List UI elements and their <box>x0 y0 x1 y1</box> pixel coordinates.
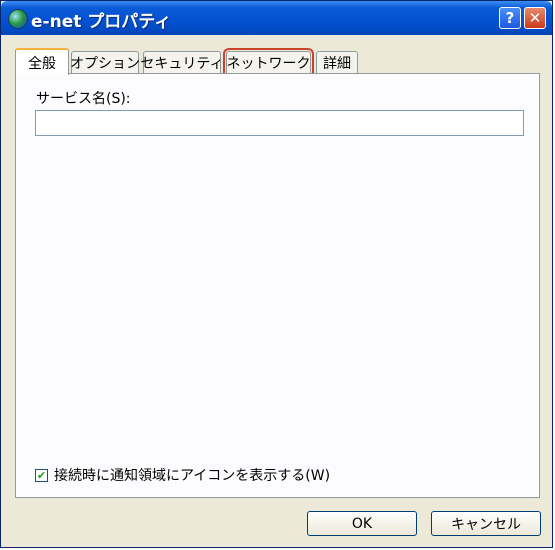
network-globe-icon <box>8 9 28 29</box>
window-title: e-net プロパティ <box>31 12 172 32</box>
ok-button[interactable]: OK <box>307 511 417 536</box>
cancel-button[interactable]: キャンセル <box>431 511 541 536</box>
service-name-input[interactable] <box>35 110 524 136</box>
close-button[interactable]: ✕ <box>524 7 546 29</box>
help-button[interactable]: ? <box>499 7 521 29</box>
tab-general[interactable]: 全般 <box>15 48 69 75</box>
tab-network[interactable]: ネットワーク <box>223 48 314 76</box>
notify-icon-checkbox[interactable]: ✔ <box>35 468 48 482</box>
notify-icon-option[interactable]: ✔ 接続時に通知領域にアイコンを表示する(W) <box>35 465 330 485</box>
notify-icon-label[interactable]: 接続時に通知領域にアイコンを表示する(W) <box>54 465 330 485</box>
service-name-label: サービス名(S): <box>36 91 131 107</box>
tab-details[interactable]: 詳細 <box>316 51 358 73</box>
title-bar[interactable]: e-net プロパティ ? ✕ <box>1 1 552 35</box>
properties-window: e-net プロパティ ? ✕ 全般 オプション セキュリティ ネットワーク 詳… <box>0 0 553 548</box>
general-tab-panel: サービス名(S): ✔ 接続時に通知領域にアイコンを表示する(W) <box>15 73 540 498</box>
tab-security[interactable]: セキュリティ <box>140 51 224 73</box>
tab-options[interactable]: オプション <box>70 51 140 73</box>
